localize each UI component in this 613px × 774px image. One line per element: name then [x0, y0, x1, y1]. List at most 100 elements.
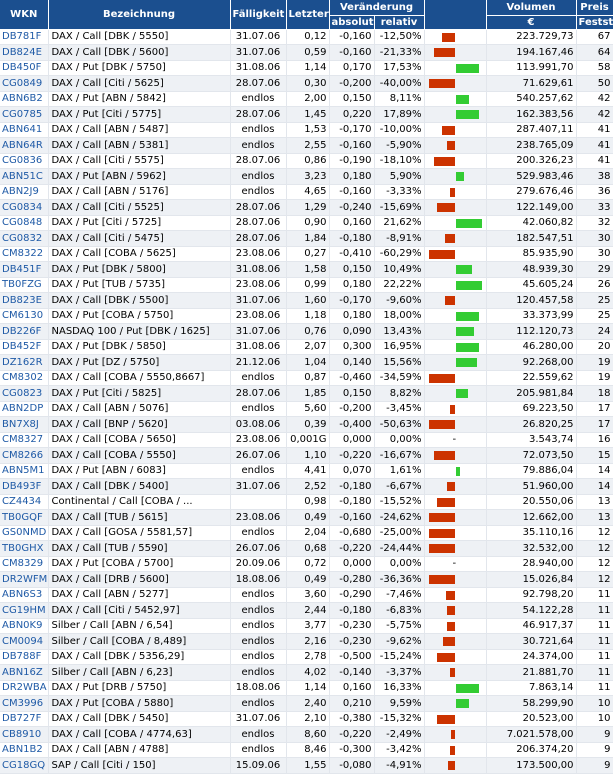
- table-row[interactable]: ABN2J9 DAX / Call [ABN / 5176] endlos 4,65-…: [0, 184, 613, 200]
- table-row[interactable]: CG0849 DAX / Call [Citi / 5625] 28.07.06 0,…: [0, 75, 613, 92]
- table-row[interactable]: ABN6S3 DAX / Call [ABN / 5277] endlos 3,60-…: [0, 587, 613, 603]
- row-wkn[interactable]: CZ4434: [0, 494, 49, 510]
- table-row[interactable]: DB452F DAX / Put [DBK / 5850] 31.08.06 2,07…: [0, 339, 613, 355]
- table-row[interactable]: ABN51C DAX / Put [ABN / 5962] endlos 3,23 0,…: [0, 168, 613, 185]
- row-wkn[interactable]: CM8266: [0, 447, 49, 464]
- table-row[interactable]: CG19HM DAX / Call [Citi / 5452,97] endlos 2…: [0, 602, 613, 619]
- row-wkn[interactable]: CG0823: [0, 385, 49, 402]
- row-wkn[interactable]: DB824E: [0, 44, 49, 61]
- table-row[interactable]: TB0GHX DAX / Call [TUB / 5590] 26.07.06 0,6…: [0, 540, 613, 557]
- col-faelligkeit[interactable]: Fälligkeit: [230, 0, 287, 30]
- row-wkn[interactable]: ABN6S3: [0, 587, 49, 603]
- table-row[interactable]: DB450F DAX / Put [DBK / 5750] 31.08.06 1,14…: [0, 60, 613, 76]
- table-row[interactable]: CM8329 DAX / Put [COBA / 5700] 20.09.06 0,7…: [0, 556, 613, 572]
- row-wkn[interactable]: CM3996: [0, 695, 49, 712]
- table-row[interactable]: DZ162R DAX / Put [DZ / 5750] 21.12.06 1,04 0…: [0, 354, 613, 371]
- row-wkn[interactable]: ABN64R: [0, 137, 49, 154]
- row-wkn[interactable]: CM6130: [0, 308, 49, 324]
- table-row[interactable]: DB226F NASDAQ 100 / Put [DBK / 1625] 31.07…: [0, 323, 613, 340]
- row-wkn[interactable]: CM0094: [0, 633, 49, 650]
- col-preis[interactable]: Preis: [576, 0, 613, 16]
- table-row[interactable]: CM8302 DAX / Call [COBA / 5550,8667] endlo…: [0, 370, 613, 386]
- row-wkn[interactable]: CG0848: [0, 215, 49, 231]
- table-row[interactable]: ABN0K9 Silber / Call [ABN / 6,54] endlos 3,…: [0, 618, 613, 634]
- col-bezeichnung[interactable]: Bezeichnung: [48, 0, 231, 30]
- col-volumen[interactable]: Volumen: [486, 0, 577, 16]
- row-wkn[interactable]: ABN641: [0, 122, 49, 138]
- table-row[interactable]: ABN5M1 DAX / Put [ABN / 6083] endlos 4,41 0,…: [0, 463, 613, 479]
- table-row[interactable]: TB0FZG DAX / Put [TUB / 5735] 23.08.06 0,99…: [0, 277, 613, 293]
- table-row[interactable]: ABN641 DAX / Call [ABN / 5487] endlos 1,53-…: [0, 122, 613, 138]
- row-wkn[interactable]: DB226F: [0, 323, 49, 340]
- row-wkn[interactable]: CG18GQ: [0, 757, 49, 774]
- row-wkn[interactable]: ABN0K9: [0, 618, 49, 634]
- col-absolut[interactable]: absolut: [329, 15, 375, 30]
- row-wkn[interactable]: DB781F: [0, 29, 49, 45]
- row-wkn[interactable]: CM8327: [0, 432, 49, 448]
- row-wkn[interactable]: DR2WBA: [0, 680, 49, 696]
- table-row[interactable]: ABN2DP DAX / Call [ABN / 5076] endlos 5,60-…: [0, 401, 613, 417]
- table-row[interactable]: CM8327 DAX / Call [COBA / 5650] 23.08.06 0,…: [0, 432, 613, 448]
- table-row[interactable]: CG18GQ SAP / Call [Citi / 150] 15.09.06 1,5…: [0, 757, 613, 774]
- row-wkn[interactable]: CM8322: [0, 246, 49, 262]
- table-row[interactable]: DB788F DAX / Call [DBK / 5356,29] endlos 2,…: [0, 649, 613, 665]
- table-row[interactable]: ABN6B2 DAX / Put [ABN / 5842] endlos 2,00 0,…: [0, 91, 613, 107]
- table-row[interactable]: CG0785 DAX / Put [Citi / 5775] 28.07.06 1,4…: [0, 106, 613, 123]
- row-wkn[interactable]: DB451F: [0, 261, 49, 278]
- table-row[interactable]: ABN16Z Silber / Call [ABN / 6,23] endlos 4,…: [0, 664, 613, 681]
- table-row[interactable]: CG0834 DAX / Call [Citi / 5525] 28.07.06 1,…: [0, 199, 613, 216]
- row-wkn[interactable]: ABN16Z: [0, 664, 49, 681]
- row-wkn[interactable]: ABN1B2: [0, 742, 49, 758]
- table-row[interactable]: ABN64R DAX / Call [ABN / 5381] endlos 2,55-…: [0, 137, 613, 154]
- table-row[interactable]: CG0832 DAX / Call [Citi / 5475] 28.07.06 1,…: [0, 230, 613, 247]
- row-wkn[interactable]: CB8910: [0, 726, 49, 743]
- row-wkn[interactable]: DZ162R: [0, 354, 49, 371]
- table-row[interactable]: DB824E DAX / Call [DBK / 5600] 31.07.06 0,5…: [0, 44, 613, 61]
- table-row[interactable]: CM3996 DAX / Put [COBA / 5880] endlos 2,40 0…: [0, 695, 613, 712]
- row-wkn[interactable]: DB727F: [0, 711, 49, 727]
- table-row[interactable]: TB0GQF DAX / Call [TUB / 5615] 23.08.06 0,4…: [0, 509, 613, 526]
- table-row[interactable]: CM6130 DAX / Put [COBA / 5750] 23.08.06 1,1…: [0, 308, 613, 324]
- row-wkn[interactable]: CM8302: [0, 370, 49, 386]
- table-row[interactable]: DB727F DAX / Call [DBK / 5450] 31.07.06 2,1…: [0, 711, 613, 727]
- row-wkn[interactable]: ABN6B2: [0, 91, 49, 107]
- row-wkn[interactable]: CG0849: [0, 75, 49, 92]
- row-wkn[interactable]: BN7X8J: [0, 416, 49, 433]
- row-wkn[interactable]: CG0834: [0, 199, 49, 216]
- row-wkn[interactable]: CG19HM: [0, 602, 49, 619]
- row-wkn[interactable]: CG0785: [0, 106, 49, 123]
- table-row[interactable]: CM8266 DAX / Call [COBA / 5550] 26.07.06 1,…: [0, 447, 613, 464]
- row-wkn[interactable]: TB0GQF: [0, 509, 49, 526]
- row-wkn[interactable]: DB452F: [0, 339, 49, 355]
- row-wkn[interactable]: GS0NMD: [0, 525, 49, 541]
- row-wkn[interactable]: CG0836: [0, 153, 49, 169]
- table-row[interactable]: CM0094 Silber / Call [COBA / 8,489] endlos…: [0, 633, 613, 650]
- table-row[interactable]: CM8322 DAX / Call [COBA / 5625] 23.08.06 0,…: [0, 246, 613, 262]
- table-row[interactable]: DB493F DAX / Call [DBK / 5400] 31.07.06 2,5…: [0, 478, 613, 495]
- table-row[interactable]: BN7X8J DAX / Call [BNP / 5620] 03.08.06 0,3…: [0, 416, 613, 433]
- row-wkn[interactable]: DB450F: [0, 60, 49, 76]
- table-row[interactable]: DR2WBA DAX / Put [DRB / 5750] 18.08.06 1,14…: [0, 680, 613, 696]
- row-wkn[interactable]: ABN2J9: [0, 184, 49, 200]
- table-row[interactable]: ABN1B2 DAX / Call [ABN / 4788] endlos 8,46-…: [0, 742, 613, 758]
- row-wkn[interactable]: DR2WFM: [0, 571, 49, 588]
- row-wkn[interactable]: TB0FZG: [0, 277, 49, 293]
- table-row[interactable]: DB451F DAX / Put [DBK / 5800] 31.08.06 1,58…: [0, 261, 613, 278]
- table-row[interactable]: CG0836 DAX / Call [Citi / 5575] 28.07.06 0,…: [0, 153, 613, 169]
- col-letzter[interactable]: Letzter: [286, 0, 330, 30]
- row-wkn[interactable]: CG0832: [0, 230, 49, 247]
- row-wkn[interactable]: ABN2DP: [0, 401, 49, 417]
- row-wkn[interactable]: ABN51C: [0, 168, 49, 185]
- row-wkn[interactable]: TB0GHX: [0, 540, 49, 557]
- table-row[interactable]: CZ4434 Continental / Call [COBA / ... 0,98…: [0, 494, 613, 510]
- row-wkn[interactable]: CM8329: [0, 556, 49, 572]
- table-row[interactable]: DR2WFM DAX / Call [DRB / 5600] 18.08.06 0,4…: [0, 571, 613, 588]
- col-relativ[interactable]: relativ: [374, 15, 425, 30]
- row-wkn[interactable]: DB823E: [0, 292, 49, 309]
- table-row[interactable]: GS0NMD DAX / Call [GOSA / 5581,57] endlos 2…: [0, 525, 613, 541]
- table-row[interactable]: CG0848 DAX / Put [Citi / 5725] 28.07.06 0,9…: [0, 215, 613, 231]
- table-row[interactable]: DB781F DAX / Call [DBK / 5550] 31.07.06 0,1…: [0, 29, 613, 45]
- col-wkn[interactable]: WKN: [0, 0, 49, 30]
- table-row[interactable]: DB823E DAX / Call [DBK / 5500] 31.07.06 1,6…: [0, 292, 613, 309]
- row-wkn[interactable]: DB493F: [0, 478, 49, 495]
